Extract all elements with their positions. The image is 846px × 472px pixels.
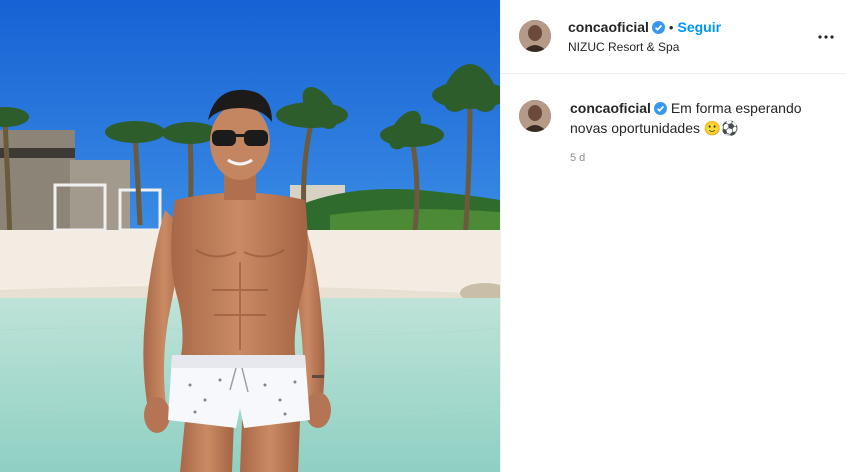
profile-avatar[interactable]: [519, 20, 551, 52]
caption-avatar[interactable]: [519, 100, 551, 132]
beach-photo-image: [0, 0, 500, 472]
caption-line-2: novas oportunidades 🙂⚽: [570, 118, 830, 138]
location-link[interactable]: NIZUC Resort & Spa: [568, 40, 679, 54]
caption-line-1: concaoficial Em forma esperando: [570, 98, 830, 118]
verified-badge-icon: [651, 21, 665, 34]
username-link[interactable]: concaoficial: [568, 19, 649, 35]
header-title-row: concaoficial • Seguir: [568, 19, 721, 37]
caption-emojis: 🙂⚽: [703, 120, 739, 136]
avatar-image: [519, 20, 551, 52]
post-timestamp[interactable]: 5 d: [570, 152, 830, 164]
verified-badge-icon: [653, 102, 667, 115]
separator-dot: •: [668, 20, 674, 35]
post-side-panel: concaoficial • Seguir NIZUC Resort & Spa c…: [500, 0, 846, 472]
post-header: concaoficial • Seguir NIZUC Resort & Spa: [501, 0, 846, 74]
post-photo[interactable]: [0, 0, 500, 472]
caption-text-line1: Em forma esperando: [670, 100, 802, 116]
more-options-icon[interactable]: [817, 30, 835, 44]
follow-button[interactable]: Seguir: [677, 19, 721, 35]
avatar-image: [519, 100, 551, 132]
caption-block: concaoficial Em forma esperando novas op…: [570, 98, 830, 164]
caption-username-link[interactable]: concaoficial: [570, 100, 651, 116]
caption-text-line2: novas oportunidades: [570, 120, 700, 136]
